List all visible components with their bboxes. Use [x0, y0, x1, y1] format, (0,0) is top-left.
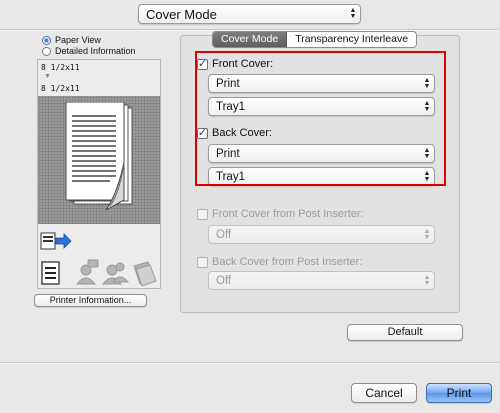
radio-paper-view[interactable]: Paper View: [42, 35, 101, 45]
default-button[interactable]: Default: [347, 324, 463, 341]
updown-arrows-icon: ▲ ▼: [423, 227, 431, 241]
radio-detailed-info-label: Detailed Information: [55, 46, 136, 56]
panel-select-popup[interactable]: Cover Mode ▲ ▼: [138, 4, 361, 24]
front-post-inserter-value: Off: [216, 228, 232, 241]
tab-cover-mode-label: Cover Mode: [221, 33, 279, 45]
page-stack-icon: [65, 102, 133, 211]
printer-information-label: Printer Information...: [49, 295, 132, 305]
checkbox-empty-icon: [197, 256, 208, 268]
paper-size-bottom: 8 1/2x11: [41, 84, 80, 93]
panel-select-value: Cover Mode: [146, 6, 217, 22]
printer-output-icon: [40, 232, 72, 250]
cancel-button[interactable]: Cancel: [351, 383, 417, 403]
updown-arrows-icon: ▲ ▼: [423, 273, 431, 287]
device-options-icons: [41, 259, 157, 287]
cancel-button-label: Cancel: [365, 386, 403, 400]
bottom-divider-highlight: [0, 363, 500, 364]
default-button-label: Default: [387, 326, 423, 338]
radio-off-icon: [42, 46, 51, 56]
highlight-box: [195, 51, 446, 186]
checkbox-empty-icon: [197, 208, 208, 220]
print-button[interactable]: Print: [426, 383, 492, 403]
back-post-inserter-select[interactable]: Off ▲ ▼: [208, 271, 435, 290]
radio-detailed-info[interactable]: Detailed Information: [42, 46, 136, 56]
back-post-inserter-value: Off: [216, 274, 232, 287]
tab-cover-mode[interactable]: Cover Mode: [213, 32, 288, 47]
paper-size-top: 8 1/2x11: [41, 63, 80, 72]
down-triangle-icon: ▼: [44, 73, 51, 80]
printer-information-button[interactable]: Printer Information...: [34, 294, 147, 307]
front-post-inserter-select[interactable]: Off ▲ ▼: [208, 225, 435, 244]
radio-on-icon: [42, 35, 51, 45]
tab-bar: Cover Mode Transparency Interleave: [212, 31, 418, 48]
updown-arrows-icon: ▲ ▼: [349, 7, 357, 20]
front-post-inserter-label: Front Cover from Post Inserter:: [212, 208, 364, 220]
back-post-inserter-checkbox[interactable]: Back Cover from Post Inserter:: [197, 256, 362, 268]
front-post-inserter-checkbox[interactable]: Front Cover from Post Inserter:: [197, 208, 364, 220]
tab-transparency-interleave-label: Transparency Interleave: [295, 33, 409, 45]
print-button-label: Print: [446, 386, 472, 400]
tab-transparency-interleave[interactable]: Transparency Interleave: [287, 32, 416, 47]
radio-paper-view-label: Paper View: [55, 35, 101, 45]
back-post-inserter-label: Back Cover from Post Inserter:: [212, 256, 363, 268]
